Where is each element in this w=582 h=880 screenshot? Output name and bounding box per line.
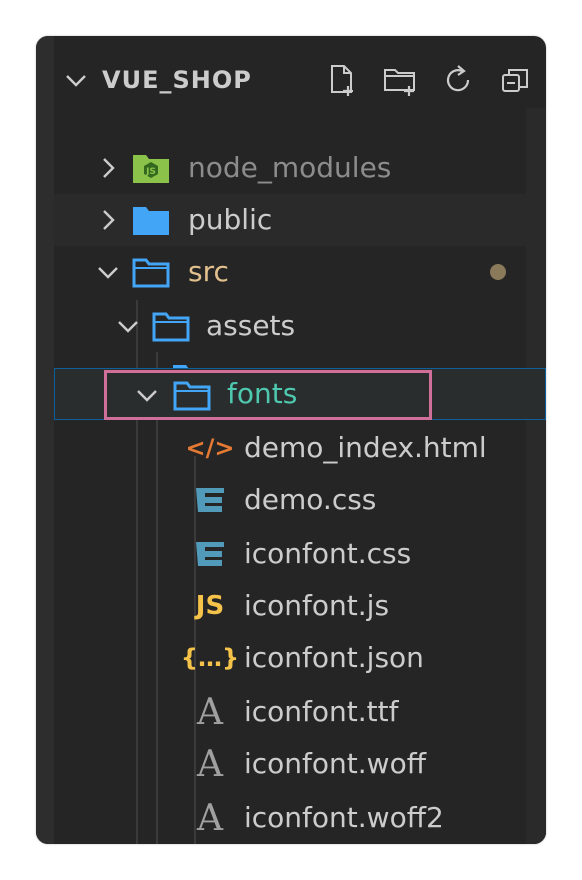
tree-item-label: public xyxy=(188,203,273,236)
tree-item-label: src xyxy=(188,255,229,288)
tree-item-iconfont-woff2[interactable]: A iconfont.woff2 xyxy=(54,792,546,844)
tree-item-demo-index-html[interactable]: </> demo_index.html xyxy=(54,422,546,474)
chevron-down-icon[interactable] xyxy=(62,66,90,94)
explorer-header[interactable]: VUE_SHOP xyxy=(54,52,546,108)
font-icon: A xyxy=(197,797,223,839)
tree-item-label: iconfont.json xyxy=(244,641,424,674)
tree-item-label: demo.css xyxy=(244,483,377,516)
tree-item-src[interactable]: src xyxy=(54,246,546,298)
html-icon: </> xyxy=(185,434,235,462)
collapse-all-icon[interactable] xyxy=(498,62,534,98)
tree-item-label: iconfont.woff xyxy=(244,747,426,780)
font-icon: A xyxy=(197,743,223,785)
tree-item-label: iconfont.css xyxy=(244,537,412,570)
workspace-title: VUE_SHOP xyxy=(102,66,252,94)
chevron-down-icon[interactable] xyxy=(114,312,142,340)
tree-item-label: assets xyxy=(206,309,296,342)
font-icon: A xyxy=(197,691,223,733)
tree-item-iconfont-js[interactable]: JS iconfont.js xyxy=(54,580,546,632)
json-icon: {…} xyxy=(180,644,240,672)
tree-item-node-modules[interactable]: JS node_modules xyxy=(54,142,546,194)
js-icon: JS xyxy=(195,591,225,621)
tree-item-assets[interactable]: assets xyxy=(54,300,546,352)
tree-item-label: iconfont.js xyxy=(244,589,390,622)
chevron-right-icon[interactable] xyxy=(94,154,122,182)
css-icon xyxy=(190,482,230,518)
tree-item-iconfont-ttf[interactable]: A iconfont.ttf xyxy=(54,686,546,738)
folder-open-icon xyxy=(132,255,170,289)
tree-item-demo-css[interactable]: demo.css xyxy=(54,474,546,526)
chevron-right-icon[interactable] xyxy=(94,206,122,234)
folder-open-icon xyxy=(152,309,190,343)
css-icon xyxy=(190,536,230,572)
refresh-icon[interactable] xyxy=(440,62,476,98)
highlight-box xyxy=(104,370,432,420)
tree-item-iconfont-css[interactable]: iconfont.css xyxy=(54,528,546,580)
fonts-children: </> demo_index.html demo.css iconfont.cs… xyxy=(54,422,526,844)
node-folder-icon: JS xyxy=(132,151,170,185)
svg-text:JS: JS xyxy=(145,167,156,177)
folder-icon xyxy=(132,203,170,237)
tree-item-label: node_modules xyxy=(188,151,392,184)
activity-bar-edge xyxy=(36,36,54,844)
tree-item-label: iconfont.woff2 xyxy=(244,801,444,834)
new-file-icon[interactable] xyxy=(324,62,360,98)
tree-item-public[interactable]: public xyxy=(54,194,546,246)
modified-indicator xyxy=(490,264,506,280)
tree-item-label: iconfont.ttf xyxy=(244,695,399,728)
tree-item-label: demo_index.html xyxy=(244,431,487,464)
tree-item-iconfont-woff[interactable]: A iconfont.woff xyxy=(54,738,546,790)
tree-item-iconfont-json[interactable]: {…} iconfont.json xyxy=(54,632,546,684)
new-folder-icon[interactable] xyxy=(382,62,418,98)
chevron-down-icon[interactable] xyxy=(94,258,122,286)
